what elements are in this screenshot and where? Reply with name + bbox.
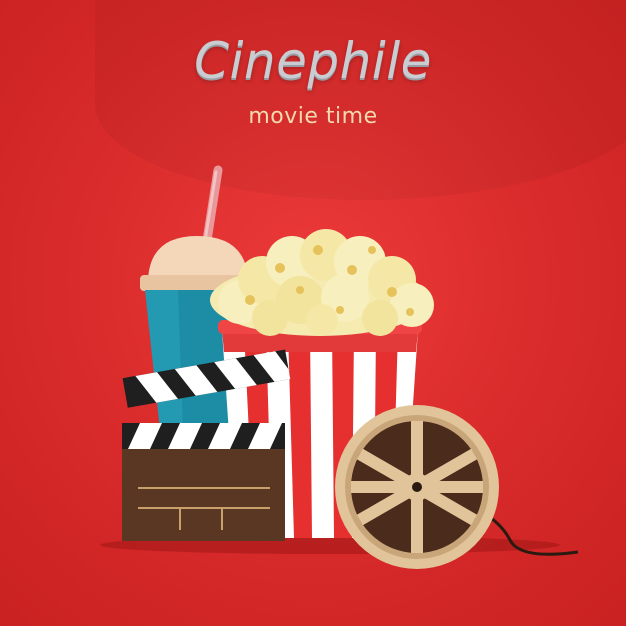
cinema-illustration: [100, 165, 579, 569]
popcorn-icon: [210, 229, 434, 336]
clapperboard-icon: [122, 349, 291, 541]
